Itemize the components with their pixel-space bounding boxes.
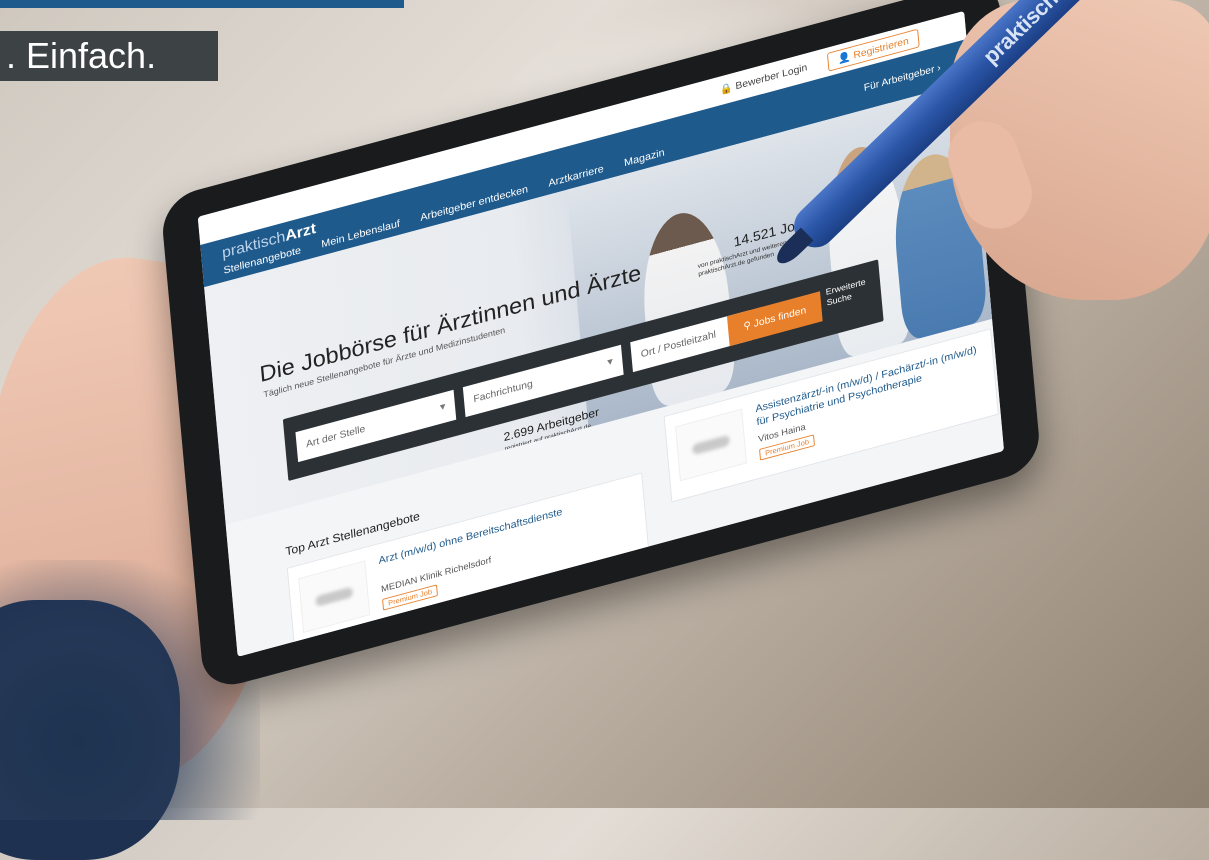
job-type-select[interactable]: Art der Stelle ▼ <box>295 389 457 463</box>
job-title[interactable]: Arzt (m/w/d) ohne Bereitschaftsdienste <box>378 485 640 568</box>
search-button[interactable]: ⚲ Jobs finden <box>726 291 823 347</box>
company-logo <box>298 560 371 633</box>
job-card[interactable]: Arzt (m/w/d) ohne Bereitschaftsdienste M… <box>286 472 650 649</box>
specialty-label: Fachrichtung <box>473 378 534 405</box>
top-accent-strip <box>0 0 404 8</box>
search-button-label: Jobs finden <box>753 304 807 330</box>
tablet: 🔒 Bewerber Login 👤 Registrieren praktisc… <box>160 0 1042 693</box>
advanced-search-link[interactable]: Erweiterte Suche <box>825 275 873 309</box>
chevron-down-icon: ▼ <box>437 401 448 414</box>
tablet-screen: 🔒 Bewerber Login 👤 Registrieren praktisc… <box>197 10 1005 657</box>
tagline-banner: . Einfach. <box>0 31 218 81</box>
search-icon: ⚲ <box>742 319 752 333</box>
job-type-label: Art der Stelle <box>305 423 366 450</box>
logo-suffix: Arzt <box>284 219 317 245</box>
company-logo <box>675 408 747 482</box>
chevron-down-icon: ▼ <box>605 356 616 369</box>
location-placeholder: Ort / Postleitzahl <box>640 329 717 360</box>
